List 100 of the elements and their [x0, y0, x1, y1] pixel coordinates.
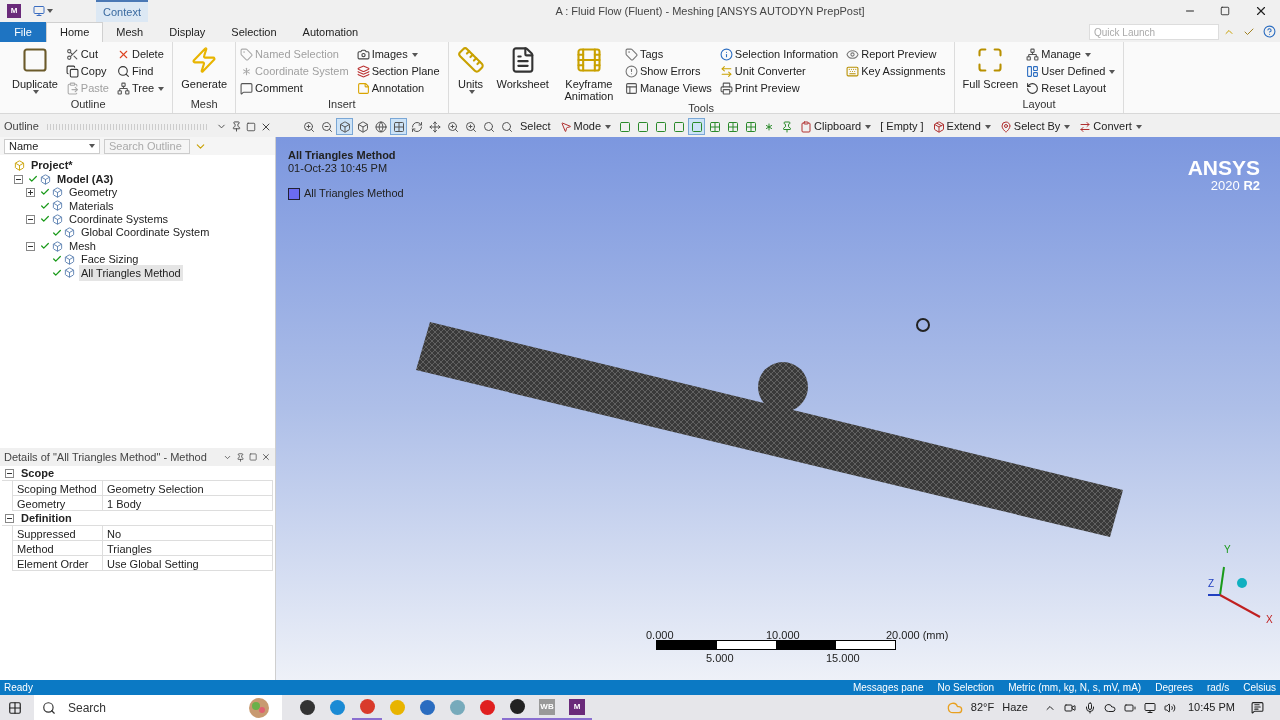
- ribbon-button[interactable]: Units: [452, 46, 489, 94]
- ribbon-button[interactable]: Annotation: [356, 80, 444, 97]
- ribbon-tab[interactable]: Automation: [289, 22, 372, 42]
- file-tab[interactable]: File: [0, 22, 46, 42]
- ribbon-button[interactable]: Unit Converter: [719, 63, 843, 80]
- collapse-toggle[interactable]: [14, 174, 23, 184]
- mesh-model-drawing[interactable]: [416, 322, 1123, 537]
- caret-icon: [411, 52, 418, 57]
- ribbon-button[interactable]: Duplicate: [8, 46, 62, 94]
- volume-icon[interactable]: [1163, 701, 1176, 714]
- property-value[interactable]: 1 Body: [103, 496, 272, 510]
- ribbon-icon: [719, 65, 733, 78]
- ribbon-icon: [65, 48, 79, 61]
- taskbar-search[interactable]: Search: [34, 695, 244, 720]
- ribbon-icon: [65, 82, 79, 95]
- ribbon-button[interactable]: Print Preview: [719, 80, 843, 97]
- property-value[interactable]: Geometry Selection: [103, 481, 272, 495]
- ribbon-button[interactable]: Worksheet: [492, 46, 553, 90]
- pin-icon[interactable]: [235, 451, 245, 463]
- toolbar-button[interactable]: [390, 118, 407, 135]
- battery-icon[interactable]: [1123, 701, 1136, 714]
- ribbon-icon: [719, 48, 733, 61]
- maximize-icon[interactable]: [246, 121, 256, 132]
- collapse-toggle[interactable]: [5, 513, 14, 523]
- property-value[interactable]: Use Global Setting: [103, 556, 272, 570]
- toolbar-button[interactable]: Select By: [995, 118, 1075, 135]
- property-name: Scoping Method: [13, 481, 103, 495]
- ribbon-button[interactable]: Show Errors: [624, 63, 716, 80]
- toolbar-icon: [410, 120, 423, 133]
- search-field[interactable]: Search Outline: [104, 138, 190, 154]
- notification-icon[interactable]: [1251, 701, 1264, 714]
- status-text: Degrees: [1155, 681, 1193, 695]
- ribbon-tab[interactable]: Display: [156, 22, 219, 42]
- ribbon-button[interactable]: User Defined: [1026, 63, 1120, 80]
- group-label: Outline: [70, 98, 106, 112]
- ribbon-button[interactable]: Cut: [65, 46, 113, 63]
- caret-icon: [1135, 124, 1142, 129]
- toolbar-button[interactable]: Mode: [555, 118, 616, 135]
- ribbon-button[interactable]: Full Screen: [958, 46, 1023, 90]
- cloud-icon[interactable]: [1103, 701, 1116, 714]
- ribbon-button[interactable]: Manage Views: [624, 80, 716, 97]
- taskbar-app[interactable]: M: [562, 695, 592, 720]
- help-icon[interactable]: [1263, 25, 1276, 38]
- collapse-toggle[interactable]: [26, 214, 35, 224]
- ribbon-tab[interactable]: Selection: [218, 22, 290, 42]
- ribbon-button[interactable]: Section Plane: [356, 63, 444, 80]
- ribbon-icon: [356, 48, 370, 61]
- timestamp: 01-Oct-23 10:45 PM: [288, 162, 389, 175]
- toolbar-button[interactable]: Clipboard: [796, 118, 876, 135]
- ribbon-button[interactable]: Keyframe Animation: [556, 46, 621, 102]
- checklist-icon[interactable]: [1243, 26, 1255, 38]
- toolbar-button[interactable]: Select: [516, 118, 555, 135]
- toolbar-icon: [446, 120, 459, 133]
- network-icon[interactable]: [1143, 701, 1156, 714]
- collapse-toggle[interactable]: [26, 241, 35, 251]
- filter-dropdown[interactable]: Name: [4, 138, 100, 154]
- ribbon-button[interactable]: Delete: [117, 46, 169, 63]
- ribbon-button[interactable]: Report Preview: [846, 46, 950, 63]
- expand-toggle[interactable]: [26, 187, 35, 197]
- ribbon-icon: [356, 65, 370, 78]
- restore-icon[interactable]: [1220, 6, 1230, 16]
- property-value[interactable]: No: [103, 526, 272, 540]
- ribbon-button[interactable]: Generate: [177, 46, 232, 90]
- ribbon-button[interactable]: Find: [117, 63, 169, 80]
- toolbar-icon: [672, 120, 685, 133]
- collapse-toggle[interactable]: [5, 468, 14, 478]
- camera-icon[interactable]: [1063, 701, 1076, 714]
- context-tab[interactable]: Context: [96, 0, 148, 22]
- toolbar-button[interactable]: [336, 118, 353, 135]
- ribbon-button[interactable]: Comment: [240, 80, 353, 97]
- ribbon-button[interactable]: Selection Information: [719, 46, 843, 63]
- tree-item[interactable]: All Triangles Method: [79, 264, 183, 282]
- toolbar-button[interactable]: [ Empty ]: [876, 118, 928, 135]
- ribbon-button[interactable]: Images: [356, 46, 444, 63]
- ribbon-button[interactable]: Tags: [624, 46, 716, 63]
- pin-icon[interactable]: [231, 121, 242, 132]
- clock[interactable]: 10:45 PM: [1187, 699, 1235, 716]
- ribbon-button[interactable]: Manage: [1026, 46, 1120, 63]
- ribbon-button[interactable]: Tree: [117, 80, 169, 97]
- app-icon[interactable]: M: [7, 4, 21, 18]
- ribbon-button[interactable]: Key Assignments: [846, 63, 950, 80]
- start-icon[interactable]: [8, 700, 22, 715]
- toolbar-button[interactable]: Convert: [1075, 118, 1146, 135]
- toolbar-button[interactable]: [688, 118, 706, 135]
- maximize-icon[interactable]: [248, 452, 258, 462]
- toolbar-icon: [654, 120, 667, 133]
- toolbar-button[interactable]: Extend: [928, 118, 995, 135]
- version-text: 2020 R2: [1209, 177, 1260, 195]
- ribbon-button[interactable]: Reset Layout: [1026, 80, 1120, 97]
- tree-node-icon: [52, 240, 63, 252]
- toolbar-button[interactable]: [372, 118, 389, 135]
- quick-launch-field[interactable]: Quick Launch: [1089, 24, 1219, 40]
- graphics-viewport[interactable]: All Triangles Method 01-Oct-23 10:45 PM All Triangles Method ANSYS 2020 R2 0.000 10.000 20.000 (mm) 5.000 15.000 Y Z X: [276, 137, 1280, 680]
- microphone-icon[interactable]: [1083, 701, 1096, 714]
- check-icon: [40, 187, 50, 198]
- ribbon-tab[interactable]: Home: [46, 22, 104, 42]
- ribbon-button[interactable]: Copy: [65, 63, 113, 80]
- property-value[interactable]: Triangles: [103, 541, 272, 555]
- close-icon[interactable]: [1254, 4, 1268, 18]
- ribbon-tab[interactable]: Mesh: [103, 22, 157, 42]
